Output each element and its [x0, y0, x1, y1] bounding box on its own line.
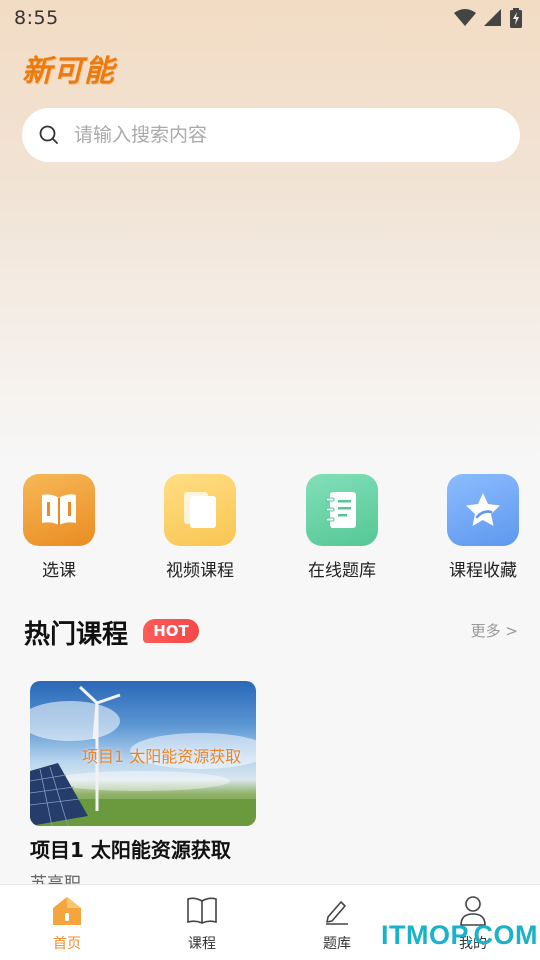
status-bar: 8:55 — [0, 0, 540, 36]
app-logo: 新可能 — [22, 54, 115, 89]
quick-action-favorites[interactable]: 课程收藏 — [423, 474, 540, 584]
quick-action-label: 课程收藏 — [449, 561, 517, 581]
status-time: 8:55 — [14, 7, 59, 29]
cell-signal-icon — [484, 9, 501, 26]
quick-action-question-bank[interactable]: 在线题库 — [282, 474, 402, 584]
tab-courses[interactable]: 课程 — [152, 895, 252, 953]
thumbnail-title: 项目1 太阳能资源获取 — [82, 747, 242, 766]
tab-label: 题库 — [323, 936, 351, 952]
tab-home[interactable]: 首页 — [17, 895, 117, 953]
search-icon — [39, 125, 58, 144]
quick-action-label: 视频课程 — [166, 561, 234, 581]
course-title: 项目1 太阳能资源获取 — [30, 838, 231, 862]
pencil-icon — [321, 895, 353, 927]
home-icon — [51, 895, 83, 927]
site-watermark: ITMOP.COM — [381, 920, 539, 950]
quick-action-label: 在线题库 — [308, 561, 376, 581]
tab-question-bank[interactable]: 题库 — [287, 895, 387, 953]
notebook-icon — [306, 474, 378, 546]
documents-icon — [164, 474, 236, 546]
book-icon — [186, 895, 218, 927]
quick-actions: 选课 视频课程 在线题库 课程收藏 — [0, 474, 540, 584]
more-link[interactable]: 更多 > — [471, 620, 518, 641]
open-book-icon — [23, 474, 95, 546]
quick-action-select-course[interactable]: 选课 — [0, 474, 119, 584]
search-input[interactable] — [74, 124, 474, 146]
hot-courses-title: 热门课程 — [24, 620, 129, 650]
search-bar[interactable] — [22, 108, 520, 162]
star-icon — [447, 474, 519, 546]
battery-charging-icon — [510, 8, 522, 28]
tab-label: 首页 — [53, 936, 81, 952]
tab-label: 课程 — [188, 936, 216, 952]
hot-badge: HOT — [143, 619, 199, 643]
course-card[interactable]: 项目1 太阳能资源获取 项目1 太阳能资源获取 苏高职 — [30, 681, 256, 894]
wifi-icon — [454, 9, 476, 26]
status-icons — [454, 8, 522, 28]
course-thumbnail: 项目1 太阳能资源获取 — [30, 681, 256, 826]
quick-action-video-courses[interactable]: 视频课程 — [140, 474, 260, 584]
quick-action-label: 选课 — [42, 561, 76, 581]
